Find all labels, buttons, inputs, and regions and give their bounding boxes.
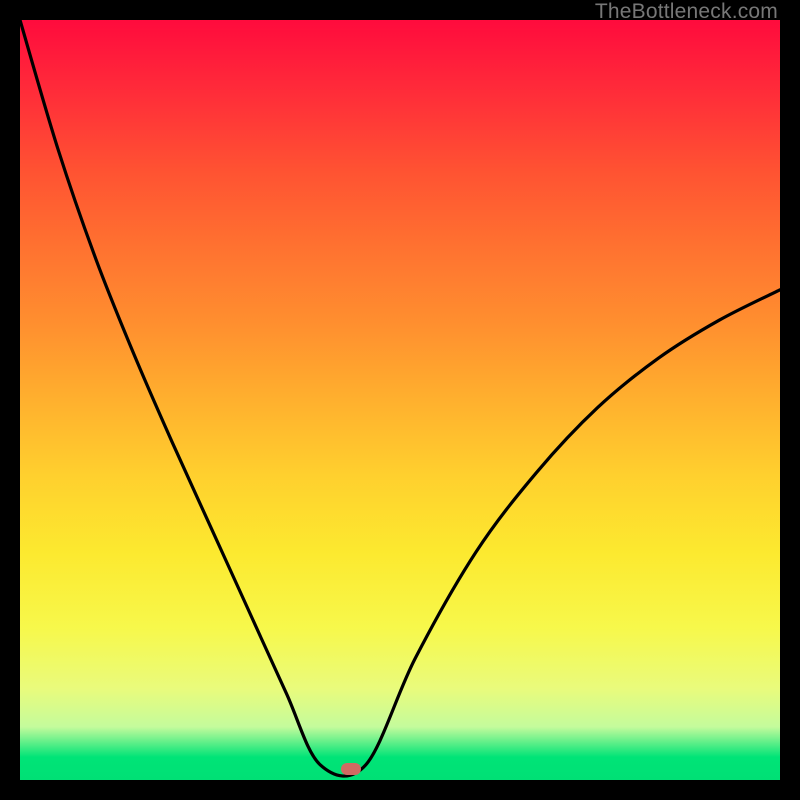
optimum-marker [341,763,361,775]
outer-frame: TheBottleneck.com [0,0,800,800]
bottleneck-curve [20,20,780,780]
chart-area [20,20,780,780]
